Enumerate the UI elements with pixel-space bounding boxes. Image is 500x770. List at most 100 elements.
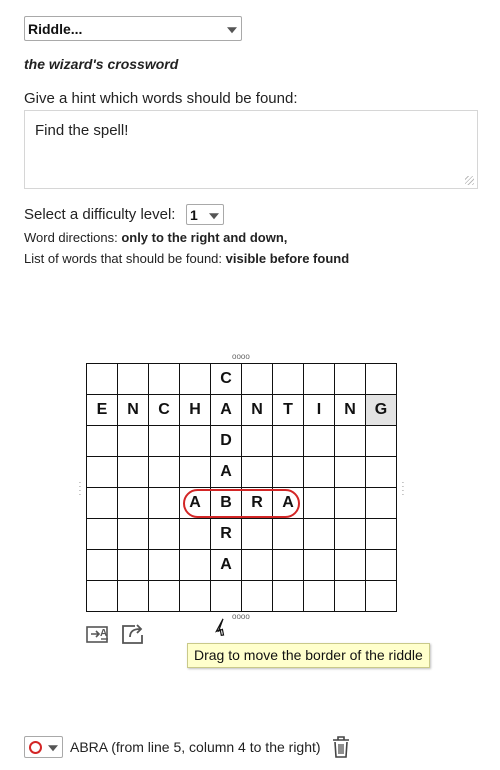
grid-cell[interactable] bbox=[179, 363, 211, 395]
grid-cell[interactable]: H bbox=[179, 394, 211, 426]
grid-cell[interactable] bbox=[86, 456, 118, 488]
resize-handle-bottom[interactable]: oooo bbox=[232, 613, 250, 621]
grid-cell[interactable]: R bbox=[241, 487, 273, 519]
grid-cell[interactable] bbox=[272, 549, 304, 581]
grid-cell[interactable] bbox=[272, 425, 304, 457]
grid-cell[interactable] bbox=[365, 487, 397, 519]
difficulty-select[interactable]: 1 bbox=[186, 204, 224, 225]
grid-cell[interactable] bbox=[179, 425, 211, 457]
riddle-select[interactable]: Riddle... bbox=[24, 16, 242, 41]
grid-cell[interactable] bbox=[148, 580, 180, 612]
grid-cell[interactable] bbox=[86, 363, 118, 395]
grid-cell[interactable] bbox=[365, 456, 397, 488]
resize-grip-icon[interactable] bbox=[465, 176, 474, 185]
grid-cell[interactable]: B bbox=[210, 487, 242, 519]
grid-cell[interactable] bbox=[117, 487, 149, 519]
grid-cell[interactable]: G bbox=[365, 394, 397, 426]
grid-cell[interactable] bbox=[117, 456, 149, 488]
grid-row: D bbox=[86, 425, 397, 457]
grid-cell[interactable]: A bbox=[210, 394, 242, 426]
grid-cell[interactable] bbox=[241, 518, 273, 550]
crossword-grid[interactable]: CENCHANTINGDAABRARA bbox=[86, 363, 397, 612]
grid-cell[interactable] bbox=[179, 580, 211, 612]
grid-cell[interactable] bbox=[272, 518, 304, 550]
grid-cell[interactable] bbox=[241, 580, 273, 612]
grid-cell[interactable] bbox=[117, 363, 149, 395]
grid-cell[interactable] bbox=[117, 549, 149, 581]
grid-cell[interactable]: A bbox=[210, 549, 242, 581]
grid-cell[interactable] bbox=[303, 487, 335, 519]
grid-cell[interactable] bbox=[148, 487, 180, 519]
text-edit-icon[interactable]: A bbox=[86, 622, 112, 646]
grid-cell[interactable] bbox=[272, 456, 304, 488]
grid-cell[interactable] bbox=[86, 487, 118, 519]
grid-cell[interactable] bbox=[179, 456, 211, 488]
grid-cell[interactable]: C bbox=[210, 363, 242, 395]
grid-cell[interactable]: N bbox=[241, 394, 273, 426]
grid-cell[interactable] bbox=[210, 580, 242, 612]
grid-cell[interactable] bbox=[86, 580, 118, 612]
hint-textarea[interactable]: Find the spell! bbox=[24, 110, 478, 189]
grid-cell[interactable] bbox=[303, 518, 335, 550]
resize-handle-left[interactable]: · · · · bbox=[77, 479, 83, 499]
grid-cell[interactable] bbox=[117, 580, 149, 612]
grid-cell[interactable] bbox=[365, 425, 397, 457]
grid-cell[interactable] bbox=[148, 549, 180, 581]
grid-cell[interactable] bbox=[365, 518, 397, 550]
grid-cell[interactable] bbox=[117, 425, 149, 457]
word-directions-value: only to the right and down, bbox=[121, 230, 288, 245]
grid-cell[interactable] bbox=[86, 549, 118, 581]
grid-cell[interactable] bbox=[241, 456, 273, 488]
grid-row bbox=[86, 580, 397, 612]
grid-cell[interactable] bbox=[241, 363, 273, 395]
chevron-down-icon bbox=[48, 745, 58, 752]
grid-cell[interactable] bbox=[148, 456, 180, 488]
grid-cell[interactable] bbox=[303, 456, 335, 488]
grid-cell[interactable]: I bbox=[303, 394, 335, 426]
grid-cell[interactable]: N bbox=[117, 394, 149, 426]
grid-cell[interactable]: R bbox=[210, 518, 242, 550]
grid-cell[interactable] bbox=[241, 549, 273, 581]
grid-cell[interactable]: E bbox=[86, 394, 118, 426]
grid-cell[interactable] bbox=[303, 580, 335, 612]
resize-handle-top[interactable]: oooo bbox=[232, 353, 250, 361]
grid-cell[interactable] bbox=[365, 363, 397, 395]
grid-cell[interactable] bbox=[334, 580, 366, 612]
grid-cell[interactable] bbox=[241, 425, 273, 457]
grid-cell[interactable] bbox=[334, 363, 366, 395]
grid-cell[interactable] bbox=[334, 518, 366, 550]
grid-cell[interactable]: N bbox=[334, 394, 366, 426]
grid-cell[interactable] bbox=[86, 425, 118, 457]
grid-cell[interactable]: C bbox=[148, 394, 180, 426]
grid-cell[interactable]: D bbox=[210, 425, 242, 457]
grid-cell[interactable] bbox=[117, 518, 149, 550]
grid-cell[interactable] bbox=[303, 363, 335, 395]
found-color-select[interactable] bbox=[24, 736, 63, 758]
grid-cell[interactable]: A bbox=[210, 456, 242, 488]
grid-cell[interactable] bbox=[334, 549, 366, 581]
grid-cell[interactable] bbox=[148, 363, 180, 395]
grid-cell[interactable]: A bbox=[179, 487, 211, 519]
grid-cell[interactable] bbox=[365, 549, 397, 581]
grid-cell[interactable] bbox=[179, 518, 211, 550]
grid-cell[interactable] bbox=[272, 363, 304, 395]
grid-cell[interactable] bbox=[365, 580, 397, 612]
grid-cell[interactable] bbox=[334, 425, 366, 457]
grid-cell[interactable] bbox=[179, 549, 211, 581]
resize-handle-right[interactable]: · · · · bbox=[400, 479, 406, 499]
crossword-table[interactable]: CENCHANTINGDAABRARA bbox=[86, 363, 397, 612]
trash-icon[interactable] bbox=[331, 735, 351, 759]
grid-cell[interactable]: A bbox=[272, 487, 304, 519]
grid-cell[interactable]: T bbox=[272, 394, 304, 426]
grid-row: C bbox=[86, 363, 397, 395]
grid-cell[interactable] bbox=[334, 456, 366, 488]
grid-cell[interactable] bbox=[334, 487, 366, 519]
grid-cell[interactable] bbox=[148, 518, 180, 550]
grid-cell[interactable] bbox=[272, 580, 304, 612]
grid-cell[interactable] bbox=[303, 549, 335, 581]
hint-text: Find the spell! bbox=[35, 122, 129, 139]
export-icon[interactable] bbox=[121, 622, 147, 646]
grid-cell[interactable] bbox=[148, 425, 180, 457]
grid-cell[interactable] bbox=[86, 518, 118, 550]
grid-cell[interactable] bbox=[303, 425, 335, 457]
